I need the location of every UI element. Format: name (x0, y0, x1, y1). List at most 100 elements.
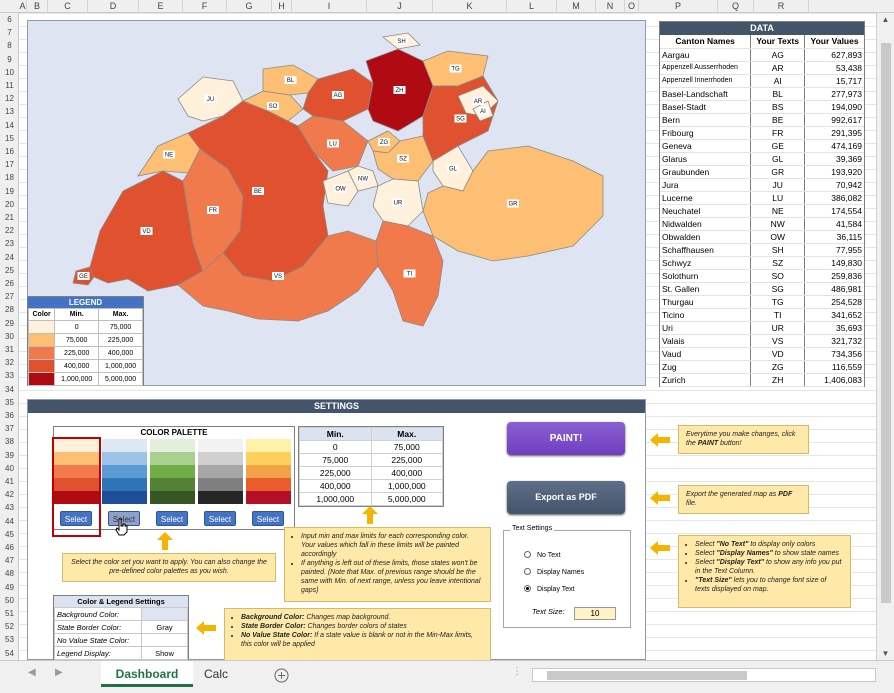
row-header[interactable]: 27 (0, 290, 19, 303)
canton-name[interactable]: Bern (660, 113, 751, 127)
row-header[interactable]: 10 (0, 66, 19, 79)
scroll-up-icon[interactable]: ▲ (879, 15, 892, 28)
canton-text[interactable]: GL (750, 152, 805, 166)
paint-button[interactable]: PAINT! (507, 422, 625, 455)
palette-select-button[interactable]: Select (204, 511, 236, 526)
row-header[interactable]: 18 (0, 171, 19, 184)
canton-value[interactable]: 194,090 (804, 100, 864, 114)
column-header[interactable]: F (183, 0, 227, 13)
canton-name[interactable]: Appenzell Innerrhoden (660, 74, 751, 88)
canton-text[interactable]: SH (750, 243, 805, 257)
palette-select-button[interactable]: Select (60, 511, 92, 526)
canton-text[interactable]: GR (750, 165, 805, 179)
row-header[interactable]: 13 (0, 105, 19, 118)
min-input[interactable]: 75,000 (299, 453, 372, 467)
max-input[interactable]: 400,000 (370, 466, 443, 480)
canton-text[interactable]: LU (750, 191, 805, 205)
canton-value[interactable]: 149,830 (804, 256, 864, 270)
row-header[interactable]: 23 (0, 237, 19, 250)
canton-name[interactable]: Lucerne (660, 191, 751, 205)
vertical-scrollbar[interactable]: ▲ ▼ (876, 13, 894, 665)
row-header[interactable]: 33 (0, 369, 19, 382)
canton-value[interactable]: 321,732 (804, 334, 864, 348)
row-header[interactable]: 37 (0, 422, 19, 435)
canton-name[interactable]: Zurich (660, 373, 751, 387)
canton-text[interactable]: FR (750, 126, 805, 140)
canton-value[interactable]: 39,369 (804, 152, 864, 166)
row-header[interactable]: 26 (0, 277, 19, 290)
row-header[interactable]: 15 (0, 132, 19, 145)
canton-name[interactable]: Glarus (660, 152, 751, 166)
canton-value[interactable]: 341,652 (804, 308, 864, 322)
row-header[interactable]: 50 (0, 594, 19, 607)
canton-value[interactable]: 386,082 (804, 191, 864, 205)
row-header[interactable]: 17 (0, 158, 19, 171)
row-header[interactable]: 42 (0, 488, 19, 501)
canton-text[interactable]: AG (750, 48, 805, 62)
row-header[interactable]: 32 (0, 356, 19, 369)
column-header[interactable]: M (557, 0, 596, 13)
row-header[interactable]: 16 (0, 145, 19, 158)
canton-text[interactable]: TI (750, 308, 805, 322)
palette-select-button[interactable]: Select (252, 511, 284, 526)
row-header[interactable]: 12 (0, 92, 19, 105)
canton-text[interactable]: NE (750, 204, 805, 218)
row-header[interactable]: 29 (0, 317, 19, 330)
column-header[interactable]: B (27, 0, 48, 13)
column-header[interactable]: I (292, 0, 367, 13)
canton-value[interactable]: 734,356 (804, 347, 864, 361)
background-color-cell[interactable] (141, 607, 188, 621)
row-header[interactable]: 9 (0, 53, 19, 66)
canton-value[interactable]: 627,893 (804, 48, 864, 62)
canton-value[interactable]: 36,115 (804, 230, 864, 244)
canton-name[interactable]: Uri (660, 321, 751, 335)
tab-calc[interactable]: Calc (193, 661, 239, 687)
row-header[interactable]: 39 (0, 449, 19, 462)
row-header[interactable]: 20 (0, 198, 19, 211)
canton-name[interactable]: Neuchatel (660, 204, 751, 218)
canton-name[interactable]: Fribourg (660, 126, 751, 140)
canton-value[interactable]: 992,617 (804, 113, 864, 127)
min-input[interactable]: 225,000 (299, 466, 372, 480)
row-header[interactable]: 6 (0, 13, 19, 26)
row-header[interactable]: 34 (0, 383, 19, 396)
canton-name[interactable]: Vaud (660, 347, 751, 361)
add-sheet-icon[interactable] (274, 668, 289, 683)
column-header[interactable]: O (625, 0, 639, 13)
canton-name[interactable]: Geneva (660, 139, 751, 153)
canton-text[interactable]: AI (750, 74, 805, 88)
canton-text[interactable]: JU (750, 178, 805, 192)
tab-next-icon[interactable]: ▶ (55, 667, 63, 678)
canton-text[interactable]: VD (750, 347, 805, 361)
canton-name[interactable]: Basel-Stadt (660, 100, 751, 114)
canton-value[interactable]: 1,406,083 (804, 373, 864, 387)
canton-value[interactable]: 174,554 (804, 204, 864, 218)
canton-value[interactable]: 35,693 (804, 321, 864, 335)
canton-text[interactable]: VS (750, 334, 805, 348)
canton-name[interactable]: Valais (660, 334, 751, 348)
canton-value[interactable]: 277,973 (804, 87, 864, 101)
canton-text[interactable]: UR (750, 321, 805, 335)
column-header[interactable]: G (227, 0, 272, 13)
column-header[interactable]: L (507, 0, 557, 13)
row-header[interactable]: 14 (0, 119, 19, 132)
row-header[interactable]: 38 (0, 435, 19, 448)
row-header[interactable]: 22 (0, 224, 19, 237)
row-header[interactable]: 8 (0, 39, 19, 52)
radio-display-text[interactable]: Display Text (524, 585, 575, 593)
radio-no-text[interactable]: No Text (524, 551, 561, 559)
canton-value[interactable]: 53,438 (804, 61, 864, 75)
canton-name[interactable]: Solothurn (660, 269, 751, 283)
row-header[interactable]: 45 (0, 528, 19, 541)
column-header[interactable]: Q (718, 0, 754, 13)
canton-value[interactable]: 474,169 (804, 139, 864, 153)
row-header[interactable]: 41 (0, 475, 19, 488)
column-header[interactable]: A (19, 0, 27, 13)
canton-name[interactable]: Schaffhausen (660, 243, 751, 257)
column-header[interactable]: D (88, 0, 139, 13)
column-header[interactable]: N (596, 0, 625, 13)
row-header[interactable]: 21 (0, 211, 19, 224)
canton-value[interactable]: 41,584 (804, 217, 864, 231)
row-header[interactable]: 40 (0, 462, 19, 475)
legend-display-cell[interactable]: Show (141, 646, 188, 660)
